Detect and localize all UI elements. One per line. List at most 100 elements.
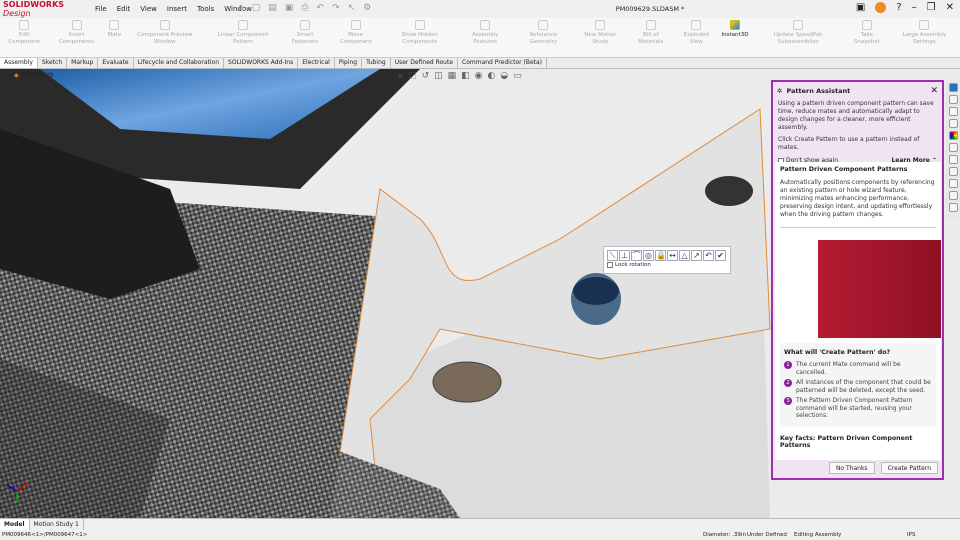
hide-show-icon[interactable]: ◉ [475,71,483,81]
design-library-icon[interactable] [948,95,958,104]
assistant-tab-icon[interactable] [948,203,958,212]
tab-model[interactable]: Model [0,519,30,530]
appearances-icon[interactable] [948,131,958,140]
mate-button-8[interactable]: ↶ [703,250,714,261]
insert-components-icon [71,20,82,30]
resources-icon[interactable] [948,83,958,92]
ribbon-update-speedpak-subassemblies[interactable]: Update SpeedPak Subassemblies [751,18,844,57]
key-facts-heading: Key facts: Pattern Driven Component Patt… [780,434,913,449]
new-icon[interactable]: ▢ [252,3,261,13]
tab-sketch[interactable]: Sketch [38,58,68,68]
print-icon[interactable]: ⎙ [301,3,308,13]
undo-icon[interactable]: ↶ [316,3,324,13]
close-button[interactable]: ✕ [946,2,954,13]
display-icon[interactable]: ▭ [513,71,522,81]
close-icon[interactable]: ✕ [930,86,938,96]
mate-button-5[interactable]: ↔ [667,250,678,261]
solidworks-icon[interactable] [948,179,958,188]
large-assembly-settings-icon [919,20,930,30]
view-orientation-icon[interactable]: ▦ [448,71,457,81]
ribbon-new-motion-study[interactable]: New Motion Study [574,18,628,57]
tab-lifecycle-and-collaboration[interactable]: Lifecycle and Collaboration [134,58,225,68]
tab-solidworks-add-ins[interactable]: SOLIDWORKS Add-Ins [224,58,299,68]
redo-icon[interactable]: ↷ [332,3,340,13]
view-palette-icon[interactable] [948,119,958,128]
menu-file[interactable]: File [95,5,107,13]
ribbon-linear-component-pattern[interactable]: Linear Component Pattern [205,18,280,57]
menu-bar: File Edit View Insert Tools Window [90,5,257,13]
appearance-icon[interactable]: ◐ [488,71,496,81]
exploded-view-icon [691,20,702,30]
menu-view[interactable]: View [140,5,157,13]
mate-button-7[interactable]: ↗ [691,250,702,261]
menu-insert[interactable]: Insert [167,5,187,13]
tab-markup[interactable]: Markup [67,58,99,68]
ribbon-smart-fasteners[interactable]: Smart Fasteners [281,18,330,57]
ribbon-show-hidden-components[interactable]: Show Hidden Components [382,18,458,57]
ribbon-large-assembly-settings[interactable]: Large Assembly Settings [889,18,960,57]
display-style-icon[interactable]: ◧ [461,71,470,81]
mate-button-6[interactable]: △ [679,250,690,261]
step-number: 1 [784,361,792,369]
ribbon-label: Bill of Materials [638,32,664,45]
ribbon-instant3d[interactable]: Instant3D [719,18,752,57]
bill-of-materials-icon [645,20,656,30]
zoom-area-icon[interactable]: ⬚ [408,71,417,81]
mate-button-2[interactable]: ⌒ [631,250,642,261]
tab-assembly[interactable]: Assembly [0,58,38,68]
home-icon[interactable]: ⌂ [238,3,244,13]
save-icon[interactable]: ▣ [285,3,294,13]
ribbon-take-snapshot[interactable]: Take Snapshot [845,18,889,57]
ribbon-edit-component[interactable]: Edit Component [0,18,48,57]
ribbon-mate[interactable]: Mate [105,18,125,57]
mate-button-1[interactable]: ⊥ [619,250,630,261]
minimize-button[interactable]: – [912,2,917,13]
tab-evaluate[interactable]: Evaluate [98,58,134,68]
tab-motion-study-1[interactable]: Motion Study 1 [30,519,84,530]
mate-button-4[interactable]: 🔒 [655,250,666,261]
tab-user-defined-route[interactable]: User Defined Route [391,58,459,68]
zoom-to-fit-icon[interactable]: ⌕ [398,71,403,81]
mate-button-9[interactable]: ✔ [715,250,726,261]
user-icon[interactable] [875,2,887,13]
units-selector[interactable]: IPS [907,530,915,540]
mate-button-3[interactable]: ◎ [643,250,654,261]
panel-scroll-content[interactable]: Pattern Driven Component Patterns Automa… [775,162,941,460]
mate-button-0[interactable]: ⟍ [607,250,618,261]
terminal-icon[interactable]: ▣ [856,2,865,13]
ribbon-move-component[interactable]: Move Component [330,18,382,57]
open-icon[interactable]: ▤ [268,3,277,13]
file-explorer-icon[interactable] [948,107,958,116]
menu-edit[interactable]: Edit [117,5,131,13]
recycle-icon[interactable] [948,167,958,176]
ribbon-bill-of-materials[interactable]: Bill of Materials [627,18,674,57]
no-thanks-button[interactable]: No Thanks [828,462,875,474]
create-pattern-button[interactable]: Create Pattern [880,462,938,474]
previous-view-icon[interactable]: ↺ [422,71,430,81]
scene-icon[interactable]: ◒ [500,71,508,81]
tab-command-predictor-beta-[interactable]: Command Predictor (Beta) [458,58,548,68]
ribbon-insert-components[interactable]: Insert Components [48,18,104,57]
feature-tree-root[interactable]: ◆ PM009629 [14,72,53,79]
tab-electrical[interactable]: Electrical [298,58,335,68]
restore-button[interactable]: ❐ [927,2,936,13]
step-text: All instances of the component that coul… [796,379,931,394]
options-icon[interactable]: ⚙ [363,3,371,13]
instant3d-icon [729,20,740,30]
ribbon-exploded-view[interactable]: Exploded View [674,18,719,57]
select-icon[interactable]: ↖ [348,3,356,13]
component-preview-window-icon [159,20,170,30]
ribbon-assembly-features[interactable]: Assembly Features [457,18,513,57]
menu-tools[interactable]: Tools [197,5,214,13]
custom-properties-icon[interactable] [948,143,958,152]
section-view-icon[interactable]: ◫ [434,71,443,81]
help-icon[interactable]: ? [896,2,901,13]
tab-piping[interactable]: Piping [335,58,363,68]
add-icon[interactable] [948,191,958,200]
ribbon-component-preview-window[interactable]: Component Preview Window [124,18,205,57]
tab-tubing[interactable]: Tubing [362,58,391,68]
ribbon-label: Mate [107,32,122,38]
forum-icon[interactable] [948,155,958,164]
lock-rotation-checkbox[interactable]: Lock rotation [604,262,730,268]
ribbon-reference-geometry[interactable]: Reference Geometry [513,18,573,57]
